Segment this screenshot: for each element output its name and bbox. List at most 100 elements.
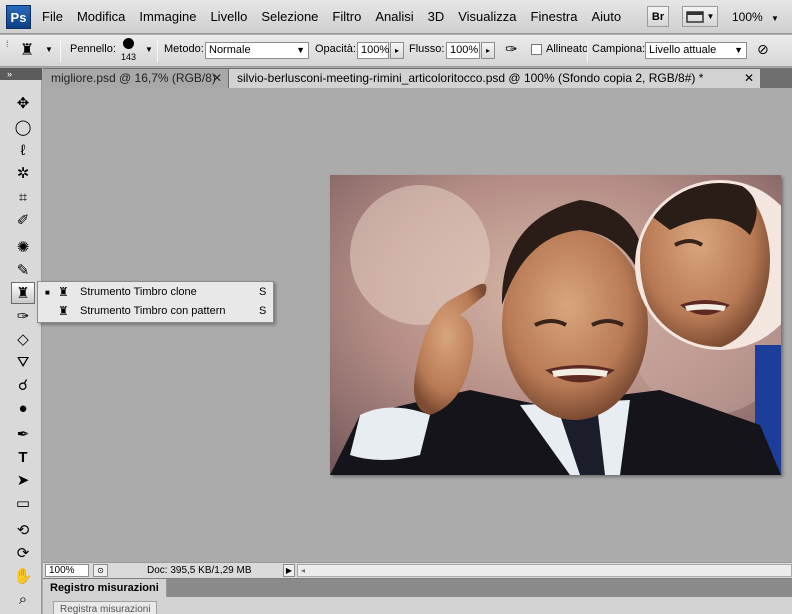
blur-icon[interactable]: ☌ [11,374,35,396]
photoshop-logo: Ps [6,5,31,29]
chevron-down-icon: ▼ [734,45,743,55]
flyout-item-label: Strumento Timbro con pattern [80,305,226,317]
sample-select[interactable]: Livello attuale ▼ [645,42,747,59]
tab-registro-misurazioni[interactable]: Registro misurazioni [43,579,167,597]
spot-healing-icon[interactable]: ✺ [11,236,35,258]
screen-mode-button[interactable]: ▼ [682,6,718,27]
eyedropper-icon[interactable]: ✐ [11,209,35,231]
selected-bullet-icon: ■ [45,288,50,297]
tab-label: silvio-berlusconi-meeting-rimini_articol… [237,71,704,85]
brush-icon[interactable]: ✎ [11,259,35,281]
menu-analisi[interactable]: Analisi [375,9,413,24]
paint-bucket-icon[interactable]: ⛛ [11,351,35,373]
flow-label: Flusso: [409,43,445,55]
brush-size: 143 [121,52,137,62]
document-tabs: migliore.psd @ 16,7% (RGB/8) ✕ silvio-be… [43,68,792,88]
aligned-label: Allineato [546,43,589,55]
menu-immagine[interactable]: Immagine [139,9,196,24]
shortcut-key: S [259,305,267,317]
status-zoom-input[interactable]: 100% [45,564,89,577]
flyout-item-clone-stamp[interactable]: ■ ♜ Strumento Timbro clone S [38,283,273,302]
mode-label: Metodo: [164,43,204,55]
menu-modifica[interactable]: Modifica [77,9,125,24]
brush-preview-icon[interactable] [123,38,134,49]
portrait-image [330,175,781,475]
clone-stamp-icon: ♜ [58,285,69,299]
tools-panel-header[interactable]: » [0,68,42,80]
eraser-icon[interactable]: ◇ [11,328,35,350]
sample-value: Livello attuale [649,44,717,56]
measurement-log-panel: Registro misurazioni Registra misurazion… [43,578,792,614]
shortcut-key: S [259,286,267,298]
status-bar: 100% ⊙ Doc: 395,5 KB/1,29 MB ▶ ◂ [43,562,792,578]
tools-panel: » ✥ ◯ ℓ ✲ ⌗ ✐ ✺ ✎ ♜ ✑ ◇ ⛛ ☌ ● ✒ T ➤ ▭ ⟲ … [0,68,42,614]
path-selection-icon[interactable]: ➤ [11,469,35,491]
menu-aiuto[interactable]: Aiuto [592,9,622,24]
grip-icon: ⁞ [6,39,9,49]
record-measurements-button[interactable]: Registra misurazioni [53,601,157,614]
flow-input[interactable]: 100% [446,42,480,59]
zoom-icon[interactable]: ⌕ [11,588,35,610]
screen-mode-icon [685,10,704,23]
clone-stamp-flyout-menu: ■ ♜ Strumento Timbro clone S ♜ Strumento… [37,281,274,323]
menu-visualizza[interactable]: Visualizza [458,9,516,24]
pen-icon[interactable]: ✒ [11,423,35,445]
crop-icon[interactable]: ⌗ [11,186,35,208]
menu-livello[interactable]: Livello [210,9,247,24]
flow-slider-button[interactable]: ▸ [481,42,495,59]
3d-rotate-icon[interactable]: ⟲ [11,519,35,541]
3d-orbit-icon[interactable]: ⟳ [11,542,35,564]
separator [157,40,158,62]
brush-label: Pennello: [70,43,116,55]
separator [60,40,61,62]
menu-filtro[interactable]: Filtro [332,9,361,24]
menu-3d[interactable]: 3D [428,9,445,24]
close-icon[interactable]: ✕ [212,71,222,85]
opacity-input[interactable]: 100% [357,42,389,59]
magic-wand-icon[interactable]: ✲ [11,162,35,184]
aligned-checkbox[interactable] [531,44,542,55]
close-icon[interactable]: ✕ [744,71,754,85]
flyout-item-label: Strumento Timbro clone [80,286,197,298]
zoom-dropdown[interactable]: 100% ▼ [732,10,779,24]
options-bar: ⁞ ♜ ▼ Pennello: 143 ▼ Metodo: Normale ▼ … [0,35,792,67]
chevron-down-icon[interactable]: ▼ [45,45,53,54]
menu-finestra[interactable]: Finestra [531,9,578,24]
elliptical-marquee-icon[interactable]: ◯ [11,116,35,138]
opacity-slider-button[interactable]: ▸ [390,42,404,59]
ignore-adjustment-layers-icon[interactable]: ⊘ [757,41,769,58]
tab-silvio-berlusconi[interactable]: silvio-berlusconi-meeting-rimini_articol… [229,69,760,88]
type-icon[interactable]: T [11,446,35,468]
tab-migliore[interactable]: migliore.psd @ 16,7% (RGB/8) ✕ [43,69,228,88]
menu-selezione[interactable]: Selezione [261,9,318,24]
hand-icon[interactable]: ✋ [11,565,35,587]
horizontal-scrollbar[interactable]: ◂ [297,564,792,577]
main-menu: File Modifica Immagine Livello Selezione… [42,9,621,24]
chevron-down-icon[interactable]: ▼ [145,45,153,54]
history-brush-icon[interactable]: ✑ [11,305,35,327]
clone-stamp-preset-icon[interactable]: ♜ [20,40,34,60]
chevron-down-icon: ▼ [296,45,305,55]
sample-label: Campiona: [592,43,646,55]
menu-file[interactable]: File [42,9,63,24]
mode-value: Normale [209,44,251,56]
document-info: Doc: 395,5 KB/1,29 MB [147,565,252,576]
lasso-icon[interactable]: ℓ [11,139,35,161]
rectangle-shape-icon[interactable]: ▭ [11,492,35,514]
bridge-button[interactable]: Br [647,6,669,27]
separator [587,40,588,62]
move-icon[interactable]: ✥ [11,92,35,114]
chevron-down-icon: ▼ [706,12,715,21]
menu-bar: Ps File Modifica Immagine Livello Selezi… [0,0,792,34]
document-image[interactable] [330,175,781,475]
status-options-button[interactable]: ⊙ [93,564,108,577]
status-menu-arrow-icon[interactable]: ▶ [283,564,295,577]
mode-select[interactable]: Normale ▼ [205,42,309,59]
flyout-item-pattern-stamp[interactable]: ♜ Strumento Timbro con pattern S [38,302,273,321]
chevron-down-icon: ▼ [771,14,779,23]
clone-stamp-icon[interactable]: ♜ [11,282,35,304]
tab-label: migliore.psd @ 16,7% (RGB/8) [51,71,216,85]
airbrush-icon[interactable]: ✑ [505,40,518,58]
zoom-value: 100% [732,10,763,24]
dodge-icon[interactable]: ● [11,397,35,419]
